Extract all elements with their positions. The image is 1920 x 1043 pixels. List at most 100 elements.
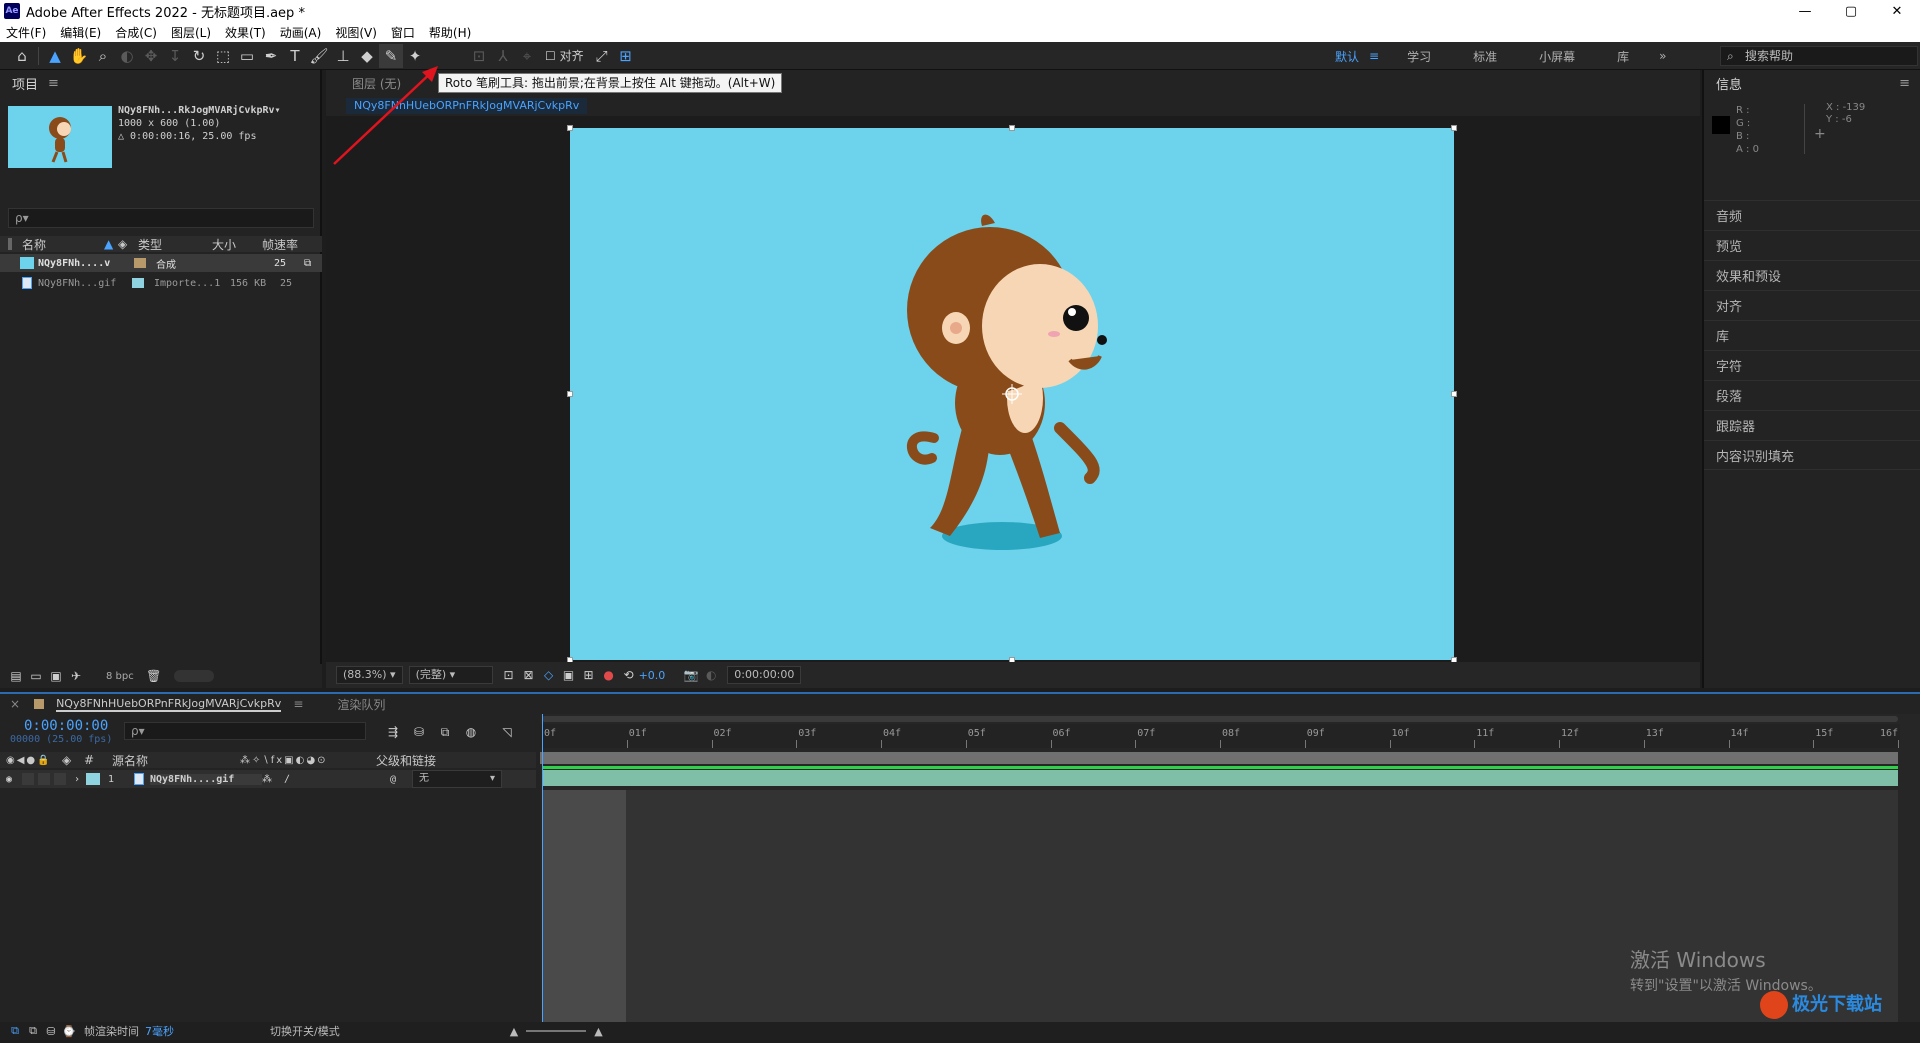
layer-duration-bar[interactable]	[542, 770, 1898, 786]
frame-blending-icon[interactable]: ◍	[458, 720, 484, 744]
rotation-tool-icon[interactable]: ↻	[187, 44, 211, 68]
render-time-toggle-icon[interactable]: ⌚	[60, 1019, 78, 1043]
home-icon[interactable]: ⌂	[10, 44, 34, 68]
shy-layers-icon[interactable]: ⧉	[432, 720, 458, 744]
expand-layer-chevron-icon[interactable]: ›	[74, 774, 86, 785]
fast-preview-icon[interactable]: ⊡	[499, 663, 519, 687]
zoom-out-icon[interactable]: ▲	[510, 1025, 518, 1038]
menu-effect[interactable]: 效果(T)	[225, 24, 266, 41]
timeline-zoom-slider[interactable]	[526, 1030, 587, 1032]
panel-effects-presets[interactable]: 效果和预设	[1704, 260, 1920, 290]
layer-label-swatch[interactable]	[86, 773, 100, 785]
video-visibility-icon[interactable]: ◉	[6, 774, 22, 785]
col-size[interactable]: 大小	[212, 236, 262, 253]
graph-editor-icon[interactable]: ◹	[494, 720, 520, 744]
draft-3d-icon[interactable]: ⛁	[406, 720, 432, 744]
magnification-dropdown[interactable]: (88.3%) ▾	[336, 666, 403, 684]
menu-view[interactable]: 视图(V)	[335, 24, 377, 41]
transform-handle[interactable]	[567, 125, 573, 131]
bit-depth-toggle[interactable]: 8 bpc	[106, 671, 134, 682]
more-workspaces-icon[interactable]: »	[1659, 49, 1666, 63]
grid-guides-icon[interactable]: ⊞	[579, 663, 599, 687]
minimize-button[interactable]: —	[1782, 0, 1828, 22]
panel-preview[interactable]: 预览	[1704, 230, 1920, 260]
panel-tracker[interactable]: 跟踪器	[1704, 410, 1920, 440]
menu-window[interactable]: 窗口	[391, 24, 415, 41]
layer-name[interactable]: NQy8FNh....gif	[150, 773, 262, 785]
panel-character[interactable]: 字符	[1704, 350, 1920, 380]
solo-toggle[interactable]	[38, 773, 50, 785]
transform-handle[interactable]	[1451, 391, 1457, 397]
parent-dropdown[interactable]: 无 ▾	[412, 770, 502, 788]
panel-align[interactable]: 对齐	[1704, 290, 1920, 320]
timeline-timecode[interactable]: 0:00:00:00	[24, 718, 108, 734]
local-axis-icon[interactable]: ⊡	[467, 44, 491, 68]
snap-icon[interactable]: ⤢	[590, 44, 614, 68]
align-checkbox[interactable]: ☐ 对齐	[539, 44, 590, 68]
maximize-button[interactable]: ▢	[1828, 0, 1874, 22]
shy-switch-icon[interactable]: ⁂	[262, 774, 284, 785]
new-folder-icon[interactable]: ▭	[26, 664, 46, 688]
project-row[interactable]: NQy8FNh....v 合成 25 ⧉	[0, 254, 322, 272]
show-snapshot-icon[interactable]: ◐	[701, 663, 721, 687]
menu-edit[interactable]: 编辑(E)	[60, 24, 101, 41]
panel-audio[interactable]: 音频	[1704, 200, 1920, 230]
zoom-tool-icon[interactable]: ⌕	[91, 44, 115, 68]
transform-handle[interactable]	[1009, 125, 1015, 131]
quality-switch-icon[interactable]: ∕	[284, 774, 306, 785]
render-queue-tab[interactable]: 渲染队列	[337, 696, 385, 713]
lock-toggle[interactable]	[54, 773, 66, 785]
col-source-name[interactable]: 源名称	[112, 752, 240, 769]
menu-composition[interactable]: 合成(C)	[115, 24, 157, 41]
zoom-in-icon[interactable]: ▲	[594, 1025, 602, 1038]
new-composition-icon[interactable]: ▣	[46, 664, 66, 688]
col-type[interactable]: 类型	[138, 236, 212, 253]
project-row[interactable]: NQy8FNh...gif Importe...1 156 KB 25	[0, 274, 322, 292]
menu-file[interactable]: 文件(F)	[6, 24, 46, 41]
selection-tool-icon[interactable]: ▲	[43, 44, 67, 68]
time-ruler[interactable]: 0f 01f 02f 03f 04f 05f 06f 07f 08f 09f 10f 11f 12f 13…	[540, 724, 1900, 748]
workspace-library[interactable]: 库	[1617, 48, 1629, 65]
pan-camera-icon[interactable]: ✥	[139, 44, 163, 68]
type-tool-icon[interactable]: T	[283, 44, 307, 68]
project-item-name[interactable]: NQy8FNh...RkJogMVARjCvkpRv▾	[118, 104, 281, 117]
toggle-switches-modes[interactable]: 切换开关/模式	[270, 1023, 340, 1039]
workspace-learn[interactable]: 学习	[1407, 48, 1431, 65]
panel-content-aware-fill[interactable]: 内容识别填充	[1704, 440, 1920, 470]
timeline-zoom-bar[interactable]	[542, 716, 1898, 722]
close-button[interactable]: ✕	[1874, 0, 1920, 22]
close-tab-icon[interactable]: ×	[10, 697, 20, 711]
transfer-controls-toggle-icon[interactable]: ⧉	[24, 1019, 42, 1043]
help-search-input[interactable]: ⌕ 搜索帮助	[1720, 46, 1918, 66]
menu-help[interactable]: 帮助(H)	[429, 24, 471, 41]
col-parent-link[interactable]: 父级和链接	[376, 752, 436, 769]
current-time-indicator[interactable]	[542, 714, 543, 1024]
view-axis-icon[interactable]: ⌖	[515, 44, 539, 68]
current-time-field[interactable]: 0:00:00:00	[727, 666, 802, 684]
world-axis-icon[interactable]: ⅄	[491, 44, 515, 68]
col-name[interactable]: 名称	[22, 236, 104, 253]
orbit-camera-icon[interactable]: ◐	[115, 44, 139, 68]
timeline-comp-tab[interactable]: NQy8FNhHUebORPnFRkJogMVARjCvkpRv	[56, 697, 282, 712]
interpret-footage-icon[interactable]: ▤	[6, 664, 26, 688]
region-of-interest-icon[interactable]: ▣	[559, 663, 579, 687]
panel-menu-icon[interactable]: ≡	[293, 697, 303, 711]
hand-tool-icon[interactable]: ✋	[67, 44, 91, 68]
dolly-camera-icon[interactable]: ↧	[163, 44, 187, 68]
pen-tool-icon[interactable]: ✒	[259, 44, 283, 68]
pan-behind-icon[interactable]: ⬚	[211, 44, 235, 68]
reset-exposure-icon[interactable]: ⟲	[619, 663, 639, 687]
trash-icon[interactable]: 🗑	[144, 664, 164, 688]
mask-visibility-icon[interactable]: ◇	[539, 663, 559, 687]
work-area-bar[interactable]	[540, 752, 1898, 764]
workspace-small-screen[interactable]: 小屏幕	[1539, 48, 1575, 65]
color-channels-icon[interactable]: ●	[599, 663, 619, 687]
composition-canvas[interactable]	[567, 125, 1457, 663]
menu-layer[interactable]: 图层(L)	[171, 24, 211, 41]
menu-animation[interactable]: 动画(A)	[280, 24, 322, 41]
panel-menu-icon[interactable]: ≡	[48, 76, 59, 91]
workspace-menu-icon[interactable]: ≡	[1369, 49, 1379, 63]
transform-handle[interactable]	[1451, 125, 1457, 131]
panel-menu-icon[interactable]: ≡	[1899, 76, 1910, 91]
in-out-toggle-icon[interactable]: ⛁	[42, 1019, 60, 1043]
